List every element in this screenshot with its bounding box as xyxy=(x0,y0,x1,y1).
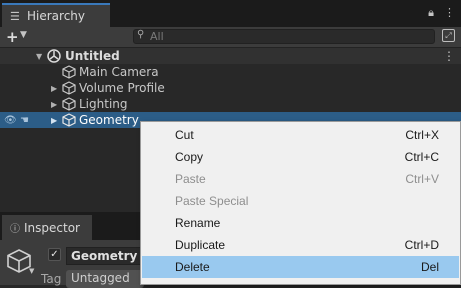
menu-item-cut[interactable]: Cut Ctrl+X xyxy=(142,124,459,146)
tab-actions: 🔒︎ ⋮ xyxy=(428,6,455,20)
menu-item-label: Delete xyxy=(175,260,210,274)
search-input[interactable]: All xyxy=(150,30,164,43)
tag-dropdown[interactable]: Untagged xyxy=(66,270,144,288)
unity-scene-icon xyxy=(47,49,61,63)
menu-item-copy[interactable]: Copy Ctrl+C xyxy=(142,146,459,168)
menu-item-delete[interactable]: Delete Del xyxy=(142,256,459,278)
menu-item-shortcut: Ctrl+C xyxy=(404,150,439,164)
search-options-icon[interactable]: ⤢ xyxy=(442,29,455,42)
add-button[interactable]: + xyxy=(6,28,19,46)
tab-inspector-label: Inspector xyxy=(24,220,80,235)
caret-down-icon[interactable]: ▼ xyxy=(29,267,34,275)
foldout-collapsed-icon[interactable]: ▶ xyxy=(51,116,57,125)
tree-item-volume-profile[interactable]: ▶ Volume Profile xyxy=(0,80,461,96)
hierarchy-tabbar: ☰ Hierarchy 🔒︎ ⋮ xyxy=(0,0,461,27)
menu-item-shortcut: Del xyxy=(420,260,439,274)
active-checkbox[interactable]: ✓ xyxy=(48,248,61,261)
scene-row[interactable]: ▼ Untitled ⋮ xyxy=(0,48,461,64)
tag-label: Tag xyxy=(41,272,62,286)
menu-item-label: Copy xyxy=(175,150,204,164)
gameobject-cube-icon xyxy=(62,81,76,95)
tree-item-label: Lighting xyxy=(79,97,128,111)
scene-menu-icon[interactable]: ⋮ xyxy=(443,49,455,63)
tab-hierarchy[interactable]: ☰ Hierarchy xyxy=(2,3,110,27)
menu-item-paste-special[interactable]: Paste Special xyxy=(142,190,459,212)
gameobject-cube-icon xyxy=(62,65,76,79)
context-menu: Cut Ctrl+X Copy Ctrl+C Paste Ctrl+V Past… xyxy=(140,121,461,285)
tree-item-lighting[interactable]: ▶ Lighting xyxy=(0,96,461,112)
menu-item-label: Cut xyxy=(175,128,194,142)
gameobject-cube-icon xyxy=(62,97,76,111)
menu-item-label: Paste xyxy=(175,172,206,186)
tree-item-label: Volume Profile xyxy=(79,81,165,95)
menu-item-label: Paste Special xyxy=(175,194,249,208)
eye-icon[interactable]: 👁︎ xyxy=(4,115,17,126)
menu-item-shortcut: Ctrl+D xyxy=(404,238,439,252)
menu-item-shortcut: Ctrl+X xyxy=(405,128,439,142)
foldout-collapsed-icon[interactable]: ▶ xyxy=(51,84,57,93)
foldout-collapsed-icon[interactable]: ▶ xyxy=(51,100,57,109)
info-icon: ⓘ xyxy=(10,224,20,235)
tree-item-label: Geometry xyxy=(79,113,139,127)
hierarchy-toolbar: + ▼ ⚲ All ⤢ xyxy=(0,27,461,48)
caret-down-icon[interactable]: ▼ xyxy=(20,30,27,40)
pickable-hand-icon[interactable]: ☚ xyxy=(20,115,29,126)
tree-item-main-camera[interactable]: Main Camera xyxy=(0,64,461,80)
list-icon: ☰ xyxy=(10,9,20,23)
tab-inspector[interactable]: ⓘ Inspector xyxy=(2,215,92,240)
lock-icon[interactable]: 🔒︎ xyxy=(428,6,434,20)
menu-item-rename[interactable]: Rename xyxy=(142,212,459,234)
search-field[interactable]: ⚲ All xyxy=(133,29,435,44)
scene-label: Untitled xyxy=(65,49,120,63)
menu-item-duplicate[interactable]: Duplicate Ctrl+D xyxy=(142,234,459,256)
menu-item-paste[interactable]: Paste Ctrl+V xyxy=(142,168,459,190)
tree-item-label: Main Camera xyxy=(79,65,159,79)
tab-hierarchy-label: Hierarchy xyxy=(27,9,86,23)
foldout-expanded-icon[interactable]: ▼ xyxy=(36,52,42,61)
menu-item-label: Duplicate xyxy=(175,238,226,252)
menu-item-shortcut: Ctrl+V xyxy=(405,172,439,186)
more-options-icon[interactable]: ⋮ xyxy=(444,6,455,20)
menu-item-label: Rename xyxy=(175,216,221,230)
search-icon: ⚲ xyxy=(137,29,145,40)
object-name-field[interactable]: Geometry xyxy=(66,247,144,265)
gameobject-cube-icon xyxy=(62,113,76,127)
